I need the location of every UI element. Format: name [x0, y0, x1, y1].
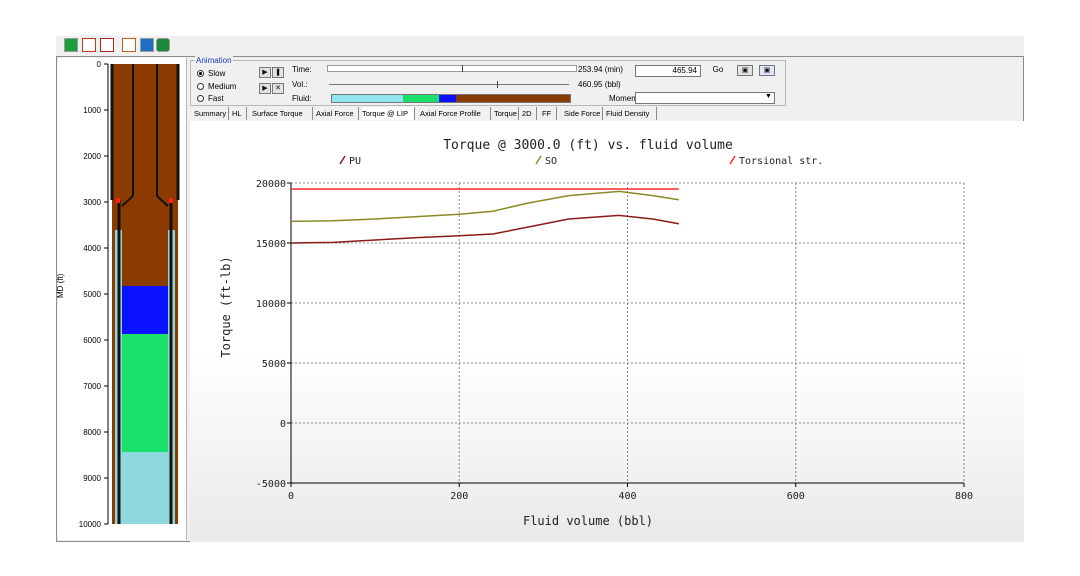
y-tick-label: 15000: [256, 239, 286, 250]
speed-label-medium: Medium: [208, 82, 237, 91]
radio-icon: [197, 70, 204, 77]
md-tick-label: 3000: [83, 198, 101, 207]
speed-label-fast: Fast: [208, 94, 224, 103]
x-axis-label: Fluid volume (bbl): [523, 514, 653, 528]
md-tick-label: 2000: [83, 152, 101, 161]
md-tick-label: 10000: [79, 520, 102, 529]
y-tick-label: 5000: [262, 359, 286, 370]
md-tick-label: 4000: [83, 244, 101, 253]
y-tick-label: 0: [280, 419, 286, 430]
tab-surface-torque[interactable]: Surface Torque: [252, 107, 313, 120]
chevron-down-icon[interactable]: ▼: [765, 93, 772, 100]
x-tick-label: 0: [288, 491, 294, 502]
tab-torque[interactable]: Torque: [494, 107, 519, 120]
inner-mud: [122, 198, 168, 286]
fluid-label: Fluid:: [292, 94, 312, 103]
fluid-segment: [403, 95, 440, 102]
legend-swatch: [339, 155, 346, 165]
screen-icon[interactable]: [140, 38, 154, 52]
cement-fluid: [122, 334, 168, 452]
md-axis-label: MD (ft): [56, 273, 65, 298]
vol-label: Vol.:: [292, 80, 308, 89]
tab-summary[interactable]: Summary: [194, 107, 229, 120]
graph-icon[interactable]: [100, 38, 114, 52]
depth-marker-left: [116, 198, 120, 203]
stop-button[interactable]: ✕: [272, 83, 284, 94]
toolbar: [56, 36, 1024, 57]
time-label: Time:: [292, 65, 312, 74]
time-value: 253.94 (min): [578, 65, 623, 74]
tab-2d[interactable]: 2D: [522, 107, 537, 120]
y-tick-label: 10000: [256, 299, 286, 310]
play-button[interactable]: ▶: [259, 67, 271, 78]
spacer-fluid: [122, 286, 168, 334]
vol-slider[interactable]: [329, 81, 569, 88]
tab-hl[interactable]: HL: [232, 107, 247, 120]
radio-icon: [197, 95, 204, 102]
legend-label: SO: [545, 156, 557, 167]
legend-label: PU: [349, 156, 361, 167]
export-icon[interactable]: [156, 38, 170, 52]
series-line-so: [290, 190, 679, 223]
time-slider-thumb[interactable]: [462, 65, 463, 72]
tab-fluid-density[interactable]: Fluid Density: [606, 107, 657, 120]
camera-icon[interactable]: ▣: [737, 65, 753, 76]
y-axis-label: Torque (ft-lb): [219, 256, 233, 357]
pause-button[interactable]: ❚: [272, 67, 284, 78]
md-tick-label: 1000: [83, 106, 101, 115]
chart-area: Torque @ 3000.0 (ft) vs. fluid volume PU…: [190, 121, 1024, 542]
fluid-segment: [439, 95, 456, 102]
x-tick-label: 800: [955, 491, 973, 502]
md-tick-label: 9000: [83, 474, 101, 483]
well-schematic-panel: 0 1000 2000 3000 4000 5000 6000 7000 8000 9000 100…: [56, 58, 187, 540]
chart-title: Torque @ 3000.0 (ft) vs. fluid volume: [443, 138, 733, 153]
radio-icon: [197, 83, 204, 90]
back-icon[interactable]: [64, 38, 78, 52]
x-tick-label: 600: [787, 491, 805, 502]
video-icon[interactable]: ▣: [759, 65, 775, 76]
x-tick-label: 200: [450, 491, 468, 502]
fluid-segment: [332, 95, 404, 102]
depth-marker-right: [169, 198, 173, 203]
well-schematic: 0 1000 2000 3000 4000 5000 6000 7000 8000 9000 100…: [79, 60, 180, 529]
tab-side-force[interactable]: Side Force: [564, 107, 603, 120]
y-tick-label: 20000: [256, 179, 286, 190]
speed-label-slow: Slow: [208, 69, 226, 78]
vol-value: 460.95 (bbl): [578, 80, 621, 89]
x-tick-label: 400: [618, 491, 636, 502]
report-icon[interactable]: [82, 38, 96, 52]
time-slider[interactable]: [327, 65, 577, 72]
units-icon[interactable]: [122, 38, 136, 52]
torque-chart: Torque @ 3000.0 (ft) vs. fluid volume PU…: [219, 138, 973, 528]
tab-axial-force[interactable]: Axial Force: [316, 107, 359, 120]
displacement-fluid: [122, 452, 168, 524]
animation-group: Animation Slow Medium Fast ▶ ❚ ▶ ✕ Time:…: [190, 56, 786, 106]
legend-label: Torsional str.: [739, 156, 823, 167]
fluid-segment: [455, 95, 570, 102]
md-tick-label: 0: [97, 60, 102, 69]
tab-torque-at-lip[interactable]: Torque @ LIP: [362, 107, 415, 120]
vol-slider-thumb[interactable]: [497, 81, 498, 88]
md-tick-label: 5000: [83, 290, 101, 299]
tab-ff[interactable]: FF: [542, 107, 557, 120]
legend-swatch: [729, 155, 736, 165]
md-tick-label: 6000: [83, 336, 101, 345]
fluid-bar: [331, 94, 571, 103]
goto-volume-input[interactable]: 465.94: [635, 65, 701, 77]
legend-swatch: [535, 155, 542, 165]
md-tick-label: 8000: [83, 428, 101, 437]
go-button[interactable]: Go: [705, 65, 731, 74]
y-tick-label: -5000: [256, 479, 286, 490]
animation-group-label: Animation: [195, 56, 233, 65]
tab-axial-force-profile[interactable]: Axial Force Profile: [420, 107, 491, 120]
md-tick-label: 7000: [83, 382, 101, 391]
moment-select[interactable]: [635, 92, 775, 104]
step-button[interactable]: ▶: [259, 83, 271, 94]
